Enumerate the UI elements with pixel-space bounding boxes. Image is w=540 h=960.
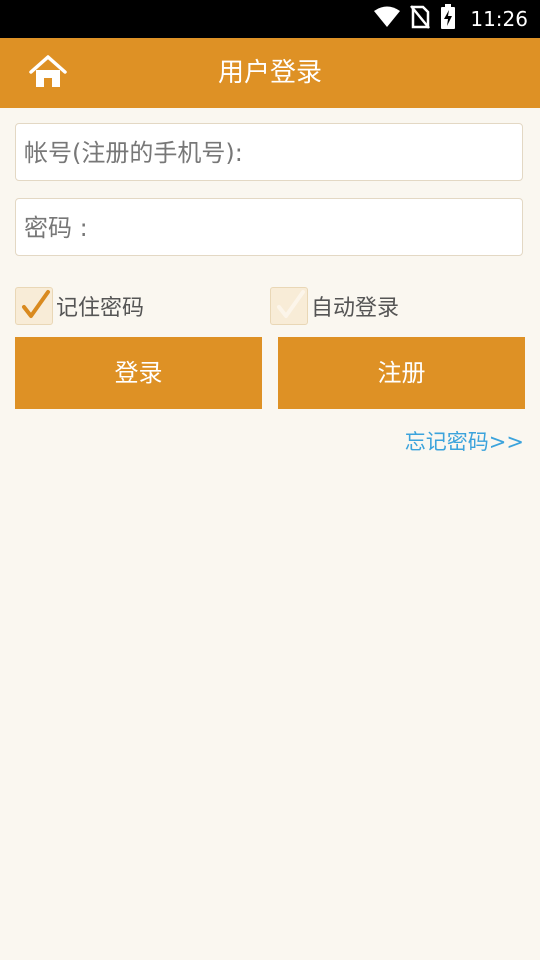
status-icons: 11:26 [374,0,528,38]
wifi-icon [374,6,401,32]
battery-icon [440,4,456,34]
password-field[interactable]: 密码 : [15,198,526,257]
account-input[interactable] [16,124,526,182]
remember-password-option[interactable]: 记住密码 [15,286,144,326]
page-title: 用户登录 [217,58,322,88]
no-sim-icon [410,5,431,33]
remember-password-checkbox[interactable] [15,287,53,325]
register-button[interactable]: 注册 [278,337,525,409]
password-input[interactable] [16,199,526,257]
title-bar: 用户登录 [0,38,540,108]
forgot-password-link[interactable]: 忘记密码>> [405,426,524,456]
status-bar: 11:26 [0,0,540,38]
checkmark-icon [22,290,50,318]
checkmark-icon [277,290,305,318]
auto-login-option[interactable]: 自动登录 [270,286,399,326]
status-time: 11:26 [470,7,528,31]
login-button[interactable]: 登录 [15,337,262,409]
auto-login-checkbox[interactable] [270,287,308,325]
auto-login-label[interactable]: 自动登录 [311,290,399,322]
remember-password-label[interactable]: 记住密码 [56,290,144,322]
account-field[interactable]: 帐号(注册的手机号): [15,123,526,182]
